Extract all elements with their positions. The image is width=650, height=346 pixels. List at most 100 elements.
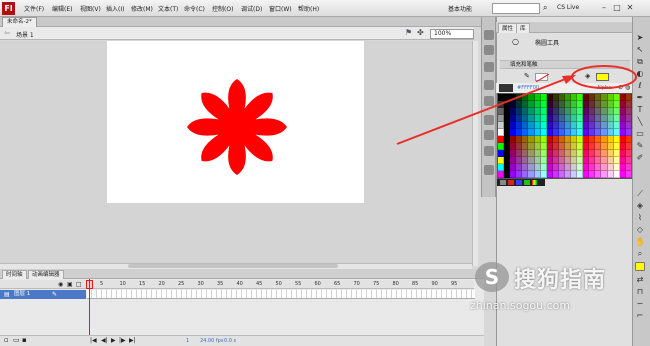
line-tool-icon[interactable]: ╲ [634, 116, 646, 128]
tab-library[interactable]: 库 [516, 23, 530, 33]
history-icon[interactable] [484, 165, 494, 175]
straighten-icon[interactable]: ⌐ [634, 310, 646, 322]
frame-number: 5 [100, 281, 104, 287]
eraser-icon[interactable]: ◇ [634, 224, 646, 236]
next-frame-icon[interactable]: |▶ [119, 337, 126, 344]
layer-name[interactable]: 图层 1 [14, 291, 30, 297]
color-palette[interactable] [497, 93, 645, 179]
align-icon[interactable] [484, 62, 494, 72]
hex-value[interactable]: #FFFF00 [517, 85, 539, 91]
oval-tool-icon: ○ [512, 37, 519, 46]
playhead-line[interactable] [89, 279, 90, 342]
gradient-swatch[interactable] [500, 180, 506, 185]
tab-motion-editor[interactable]: 动画编辑器 [28, 270, 64, 279]
play-icon[interactable]: ▶ [111, 337, 116, 344]
color-wheel-icon[interactable]: ◍ [625, 84, 630, 91]
cs-live-button[interactable]: CS Live [557, 4, 579, 11]
zoom-icon[interactable]: ⌕ [634, 248, 646, 260]
menu-window[interactable]: 窗口(W) [269, 4, 292, 13]
paint-bucket-icon[interactable]: ◈ [634, 200, 646, 212]
menu-help[interactable]: 帮助(H) [298, 4, 319, 13]
horizontal-scroll-thumb[interactable] [128, 264, 338, 268]
menu-insert[interactable]: 插入(I) [106, 4, 124, 13]
delete-layer-icon[interactable]: ▪ [22, 336, 27, 344]
new-layer-icon[interactable]: ▫ [4, 336, 9, 344]
zoom-select[interactable]: 100% [430, 29, 474, 39]
text-tool-icon[interactable]: T [634, 104, 646, 116]
pen-icon[interactable]: ✒ [634, 92, 646, 104]
search-input[interactable] [492, 3, 540, 14]
menu-commands[interactable]: 命令(C) [184, 4, 205, 13]
edit-scene-icon[interactable]: ⚑ [405, 28, 412, 37]
components-icon[interactable] [484, 115, 494, 125]
new-folder-icon[interactable]: ▭ [13, 336, 20, 344]
snap-icon[interactable]: ⊓ [634, 286, 646, 298]
flower-petals[interactable] [187, 79, 287, 175]
menu-view[interactable]: 视图(V) [80, 4, 101, 13]
frame-number: 20 [158, 281, 165, 287]
fill-color-chip[interactable] [635, 262, 645, 271]
arrow-tool-icon[interactable]: ➤ [634, 32, 646, 44]
stroke-color-swatch[interactable] [535, 73, 550, 83]
free-transform-icon[interactable]: ⧉ [634, 56, 646, 68]
frame-cells[interactable] [87, 290, 475, 299]
fill-stroke-section[interactable]: 填充和笔触 [500, 60, 630, 69]
brush-icon[interactable]: ✐ [634, 152, 646, 164]
color-panel-icon[interactable] [484, 30, 494, 40]
eyedropper-icon[interactable]: ⌇ [634, 212, 646, 224]
motion-presets-icon[interactable] [484, 130, 494, 140]
subselect-tool-icon[interactable]: ↖ [634, 44, 646, 56]
outline-icon[interactable]: □ [76, 281, 82, 288]
swatches-icon[interactable] [484, 45, 494, 55]
menu-control[interactable]: 控制(O) [212, 4, 233, 13]
time-readout[interactable]: 0.0 s [224, 338, 236, 344]
tab-properties[interactable]: 属性 [498, 23, 518, 33]
gradient-swatch[interactable] [516, 180, 522, 185]
frame-number: 15 [139, 281, 146, 287]
back-arrow-icon[interactable]: ⇦ [4, 29, 10, 37]
minimize-icon[interactable]: – [598, 2, 610, 13]
3d-rotation-icon[interactable]: ◐ [634, 68, 646, 80]
pencil-tool-icon[interactable]: ✎ [634, 140, 646, 152]
maximize-icon[interactable]: □ [611, 2, 623, 13]
flower-graphic[interactable] [187, 79, 287, 175]
fill-color-swatch[interactable] [596, 73, 609, 81]
workspace-switcher[interactable]: 基本功能 [448, 4, 472, 13]
vertical-scrollbar[interactable] [472, 41, 478, 266]
menu-modify[interactable]: 修改(M) [131, 4, 153, 13]
tab-timeline[interactable]: 时间轴 [2, 270, 27, 279]
no-color-icon[interactable]: ⊘ [618, 84, 623, 91]
code-snippets-icon[interactable] [484, 146, 494, 156]
gradient-swatch[interactable] [532, 180, 538, 185]
gradient-swatch[interactable] [524, 180, 530, 185]
edit-symbol-icon[interactable]: ✤ [417, 28, 424, 37]
document-tab[interactable]: 未命名-2* [2, 17, 37, 27]
eye-icon[interactable]: ◉ [58, 281, 63, 288]
smooth-icon[interactable]: ∽ [634, 298, 646, 310]
menu-debug[interactable]: 调试(D) [241, 4, 262, 13]
search-icon[interactable]: ⌕ [543, 3, 547, 13]
prev-frame-icon[interactable]: ◀| [101, 337, 108, 344]
info-icon[interactable] [484, 80, 494, 90]
gradient-swatch[interactable] [508, 180, 514, 185]
fps-readout[interactable]: 24.00 fps [200, 338, 223, 344]
rectangle-tool-icon[interactable]: ▭ [634, 128, 646, 140]
hand-icon[interactable]: ✋ [634, 236, 646, 248]
close-icon[interactable]: ✕ [624, 2, 636, 13]
lasso-icon[interactable]: ℓ [634, 80, 646, 92]
menu-edit[interactable]: 编辑(E) [52, 4, 72, 13]
frame-number: 60 [314, 281, 321, 287]
bone-tool-icon[interactable]: ⟋ [634, 188, 646, 200]
menu-text[interactable]: 文本(T) [158, 4, 178, 13]
last-frame-icon[interactable]: ▶| [129, 337, 136, 344]
current-frame[interactable]: 1 [186, 338, 189, 344]
flower-shape[interactable] [107, 41, 364, 203]
transform-icon[interactable] [484, 96, 494, 106]
stage-canvas[interactable] [107, 41, 364, 203]
layer-row[interactable]: 图层 1 [0, 290, 86, 299]
menu-file[interactable]: 文件(F) [24, 4, 44, 13]
watermark-title: 搜狗指南 [514, 268, 607, 293]
first-frame-icon[interactable]: |◀ [90, 337, 97, 344]
lock-icon[interactable]: ▣ [67, 281, 73, 288]
swap-colors-icon[interactable]: ⇄ [634, 274, 646, 286]
